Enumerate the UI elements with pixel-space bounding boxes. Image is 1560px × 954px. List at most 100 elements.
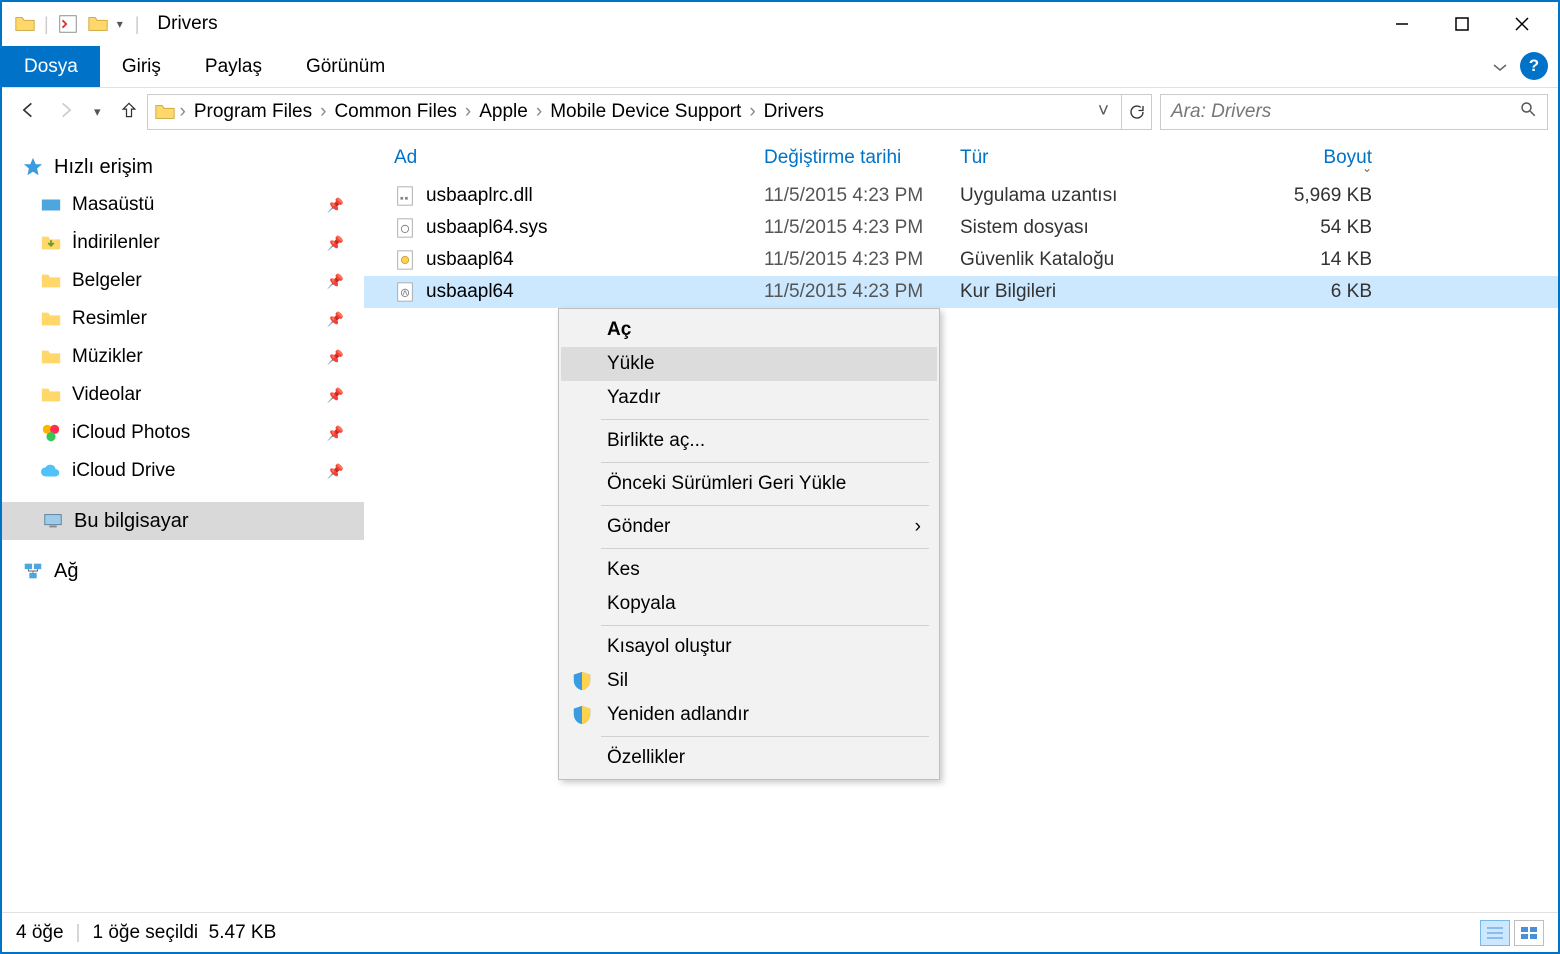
minimize-button[interactable] bbox=[1372, 4, 1432, 44]
col-size[interactable]: Boyut⌄ bbox=[1250, 147, 1372, 169]
shield-icon bbox=[571, 704, 593, 726]
ctx-separator bbox=[601, 736, 929, 737]
search-icon[interactable] bbox=[1519, 100, 1537, 124]
breadcrumb[interactable]: Mobile Device Support bbox=[546, 101, 745, 123]
chevron-right-icon[interactable]: › bbox=[320, 101, 326, 123]
tab-file[interactable]: Dosya bbox=[2, 46, 100, 87]
forward-button[interactable] bbox=[56, 100, 76, 125]
nav-item-documents[interactable]: Belgeler📌 bbox=[22, 262, 364, 300]
sys-file-icon bbox=[394, 217, 416, 239]
nav-item-music[interactable]: Müzikler📌 bbox=[22, 338, 364, 376]
ctx-print[interactable]: Yazdır bbox=[561, 381, 937, 415]
ctx-properties[interactable]: Özellikler bbox=[561, 741, 937, 775]
title-bar: | ▾ | Drivers bbox=[2, 2, 1558, 46]
recent-dropdown-icon[interactable]: ▾ bbox=[94, 104, 101, 120]
nav-item-network[interactable]: Ağ bbox=[22, 552, 364, 590]
cloud-icon bbox=[40, 460, 62, 482]
ctx-copy[interactable]: Kopyala bbox=[561, 587, 937, 621]
quick-access-header[interactable]: Hızlı erişim bbox=[22, 148, 364, 186]
nav-item-pictures[interactable]: Resimler📌 bbox=[22, 300, 364, 338]
network-icon bbox=[22, 560, 44, 582]
chevron-right-icon[interactable]: › bbox=[749, 101, 755, 123]
ctx-cut[interactable]: Kes bbox=[561, 553, 937, 587]
folder-icon bbox=[154, 101, 176, 123]
close-button[interactable] bbox=[1492, 4, 1552, 44]
ctx-separator bbox=[601, 419, 929, 420]
ribbon-expand-icon[interactable] bbox=[1480, 46, 1520, 87]
details-view-button[interactable] bbox=[1480, 920, 1510, 946]
ribbon: Dosya Giriş Paylaş Görünüm ? bbox=[2, 46, 1558, 88]
icloud-photos-icon bbox=[40, 422, 62, 444]
col-name[interactable]: Ad bbox=[394, 147, 764, 169]
breadcrumb[interactable]: Drivers bbox=[760, 101, 828, 123]
thumbnails-view-button[interactable] bbox=[1514, 920, 1544, 946]
ctx-separator bbox=[601, 505, 929, 506]
ctx-separator bbox=[601, 462, 929, 463]
pin-icon: 📌 bbox=[327, 349, 344, 366]
help-button[interactable]: ? bbox=[1520, 52, 1548, 80]
nav-item-videos[interactable]: Videolar📌 bbox=[22, 376, 364, 414]
address-dropdown-icon[interactable]: ˅ bbox=[1092, 101, 1115, 123]
breadcrumb[interactable]: Program Files bbox=[190, 101, 316, 123]
chevron-right-icon[interactable]: › bbox=[465, 101, 471, 123]
pin-icon: 📌 bbox=[327, 425, 344, 442]
ctx-rename[interactable]: Yeniden adlandır bbox=[561, 698, 937, 732]
file-list: Ad Değiştirme tarihi Tür Boyut⌄ usbaaplr… bbox=[364, 136, 1558, 912]
up-button[interactable] bbox=[119, 100, 139, 125]
nav-item-icloud-photos[interactable]: iCloud Photos📌 bbox=[22, 414, 364, 452]
folder-icon bbox=[40, 194, 62, 216]
status-selection: 1 öğe seçildi 5.47 KB bbox=[92, 922, 276, 944]
qat-dropdown-icon[interactable]: ▾ bbox=[117, 17, 123, 31]
ctx-open[interactable]: Aç bbox=[561, 313, 937, 347]
pin-icon: 📌 bbox=[327, 235, 344, 252]
maximize-button[interactable] bbox=[1432, 4, 1492, 44]
ctx-separator bbox=[601, 548, 929, 549]
file-row[interactable]: usbaapl64.sys 11/5/2015 4:23 PM Sistem d… bbox=[364, 212, 1558, 244]
nav-item-desktop[interactable]: Masaüstü📌 bbox=[22, 186, 364, 224]
tab-home[interactable]: Giriş bbox=[100, 46, 183, 87]
ctx-open-with[interactable]: Birlikte aç... bbox=[561, 424, 937, 458]
window-title: Drivers bbox=[157, 13, 217, 35]
breadcrumb[interactable]: Common Files bbox=[330, 101, 460, 123]
nav-item-downloads[interactable]: İndirilenler📌 bbox=[22, 224, 364, 262]
nav-item-this-pc[interactable]: Bu bilgisayar bbox=[2, 502, 364, 540]
col-date[interactable]: Değiştirme tarihi bbox=[764, 147, 960, 169]
file-row[interactable]: usbaapl64 11/5/2015 4:23 PM Güvenlik Kat… bbox=[364, 244, 1558, 276]
ctx-delete[interactable]: Sil bbox=[561, 664, 937, 698]
column-headers: Ad Değiştirme tarihi Tür Boyut⌄ bbox=[364, 136, 1558, 180]
dll-file-icon bbox=[394, 185, 416, 207]
tab-view[interactable]: Görünüm bbox=[284, 46, 407, 87]
ctx-separator bbox=[601, 625, 929, 626]
file-row[interactable]: usbaapl64 11/5/2015 4:23 PM Kur Bilgiler… bbox=[364, 276, 1558, 308]
chevron-right-icon[interactable]: › bbox=[180, 101, 186, 123]
pin-icon: 📌 bbox=[327, 387, 344, 404]
computer-icon bbox=[42, 510, 64, 532]
search-input[interactable]: Ara: Drivers bbox=[1160, 94, 1548, 130]
folder-icon bbox=[40, 308, 62, 330]
properties-qat-icon[interactable] bbox=[57, 13, 79, 35]
folder-icon bbox=[40, 384, 62, 406]
back-button[interactable] bbox=[18, 100, 38, 125]
pin-icon: 📌 bbox=[327, 463, 344, 480]
chevron-right-icon[interactable]: › bbox=[536, 101, 542, 123]
refresh-button[interactable] bbox=[1122, 94, 1152, 130]
folder-icon bbox=[14, 13, 36, 35]
shield-icon bbox=[571, 670, 593, 692]
ctx-send-to[interactable]: Gönder› bbox=[561, 510, 937, 544]
ctx-create-shortcut[interactable]: Kısayol oluştur bbox=[561, 630, 937, 664]
folder-qat-icon[interactable] bbox=[87, 13, 109, 35]
ctx-restore-previous[interactable]: Önceki Sürümleri Geri Yükle bbox=[561, 467, 937, 501]
nav-item-icloud-drive[interactable]: iCloud Drive📌 bbox=[22, 452, 364, 490]
breadcrumb[interactable]: Apple bbox=[475, 101, 532, 123]
chevron-down-icon: ⌄ bbox=[1362, 161, 1372, 175]
file-row[interactable]: usbaaplrc.dll 11/5/2015 4:23 PM Uygulama… bbox=[364, 180, 1558, 212]
ctx-install[interactable]: Yükle bbox=[561, 347, 937, 381]
qat-separator: | bbox=[135, 14, 140, 35]
status-item-count: 4 öğe bbox=[16, 922, 64, 944]
tab-share[interactable]: Paylaş bbox=[183, 46, 284, 87]
address-bar[interactable]: › Program Files › Common Files › Apple ›… bbox=[147, 94, 1122, 130]
address-row: ▾ › Program Files › Common Files › Apple… bbox=[2, 88, 1558, 136]
col-type[interactable]: Tür bbox=[960, 147, 1250, 169]
chevron-right-icon: › bbox=[915, 516, 921, 538]
status-bar: 4 öğe | 1 öğe seçildi 5.47 KB bbox=[2, 912, 1558, 952]
